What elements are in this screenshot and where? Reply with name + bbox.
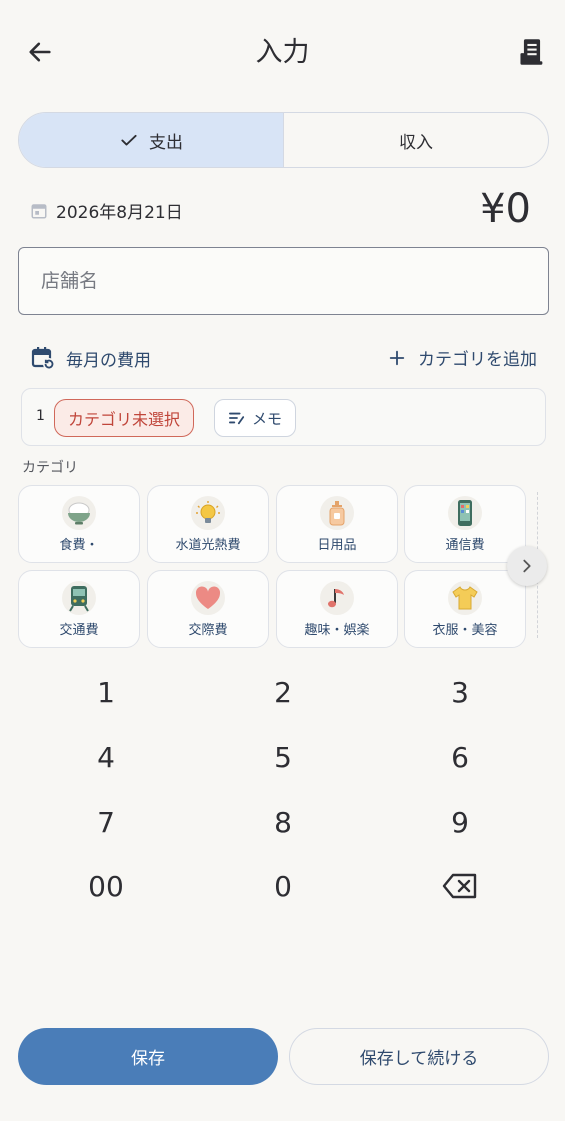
backspace-key[interactable] (370, 859, 550, 913)
monthly-expense-button[interactable]: 毎月の費用 (30, 345, 151, 371)
category-communication[interactable]: 通信費 (404, 485, 526, 563)
key-4[interactable]: 4 (16, 730, 196, 784)
memo-chip-label: メモ (252, 409, 283, 428)
light-bulb-icon (191, 496, 225, 530)
plus-icon (389, 350, 405, 365)
check-icon (121, 134, 137, 146)
entry-row: 1 カテゴリ未選択 メモ (21, 388, 546, 446)
uncategorized-chip-label: カテゴリ未選択 (68, 410, 181, 429)
income-tab[interactable]: 収入 (283, 113, 548, 167)
save-button[interactable]: 保存 (18, 1028, 278, 1085)
category-section-label: カテゴリ (22, 460, 78, 476)
key-7[interactable]: 7 (16, 795, 196, 849)
expense-tab[interactable]: 支出 (19, 113, 283, 167)
category-transport[interactable]: 交通費 (18, 570, 140, 648)
category-utilities[interactable]: 水道光熱費 (147, 485, 269, 563)
key-9[interactable]: 9 (370, 795, 550, 849)
music-note-icon (320, 581, 354, 615)
save-and-continue-button[interactable]: 保存して続ける (289, 1028, 549, 1085)
rice-bowl-icon (62, 496, 96, 530)
heart-icon (191, 581, 225, 615)
key-00[interactable]: 00 (16, 859, 196, 913)
backspace-icon (442, 873, 477, 899)
monthly-expense-label: 毎月の費用 (66, 350, 151, 371)
expense-tab-label: 支出 (149, 132, 183, 153)
key-8[interactable]: 8 (193, 795, 373, 849)
category-daily-goods[interactable]: 日用品 (276, 485, 398, 563)
income-tab-label: 収入 (399, 132, 433, 153)
row-number: 1 (36, 408, 45, 424)
chevron-right-icon (523, 559, 531, 573)
receipt-button[interactable] (514, 34, 550, 70)
t-shirt-icon (448, 581, 482, 615)
category-clothing[interactable]: 衣服・美容 (404, 570, 526, 648)
train-icon (62, 581, 96, 615)
key-5[interactable]: 5 (193, 730, 373, 784)
page-title: 入力 (255, 37, 310, 68)
category-food[interactable]: 食費・ (18, 485, 140, 563)
key-2[interactable]: 2 (193, 665, 373, 719)
store-name-input[interactable] (18, 247, 549, 315)
memo-lines-icon (229, 412, 245, 425)
memo-chip[interactable]: メモ (214, 399, 297, 437)
add-category-button[interactable]: カテゴリを追加 (388, 345, 537, 370)
date-text: 2026年8月21日 (56, 203, 183, 223)
category-label: 交通費 (59, 623, 99, 638)
calendar-repeat-icon (31, 347, 55, 370)
category-label: 交際費 (188, 623, 228, 638)
soap-bottle-icon (320, 496, 354, 530)
category-label: 趣味・娯楽 (304, 623, 370, 638)
save-button-label: 保存 (131, 1049, 165, 1069)
category-label: 食費・ (59, 538, 99, 553)
category-label: 衣服・美容 (432, 623, 498, 638)
key-1[interactable]: 1 (16, 665, 196, 719)
category-next-button[interactable] (507, 546, 547, 586)
category-label: 通信費 (445, 538, 485, 553)
receipt-icon (520, 39, 543, 65)
key-6[interactable]: 6 (370, 730, 550, 784)
category-label: 日用品 (317, 538, 357, 553)
category-label: 水道光熱費 (175, 538, 241, 553)
key-3[interactable]: 3 (370, 665, 550, 719)
smartphone-icon (448, 496, 482, 530)
save-and-continue-label: 保存して続ける (359, 1049, 479, 1069)
add-category-label: カテゴリを追加 (418, 350, 537, 370)
amount-display: ¥0 (480, 186, 531, 232)
calendar-icon (31, 203, 47, 218)
uncategorized-chip[interactable]: カテゴリ未選択 (54, 399, 195, 437)
date-picker[interactable]: 2026年8月21日 (30, 198, 183, 223)
category-hobby[interactable]: 趣味・娯楽 (276, 570, 398, 648)
type-toggle: 支出 収入 (18, 112, 549, 168)
category-social[interactable]: 交際費 (147, 570, 269, 648)
key-0[interactable]: 0 (193, 859, 373, 913)
